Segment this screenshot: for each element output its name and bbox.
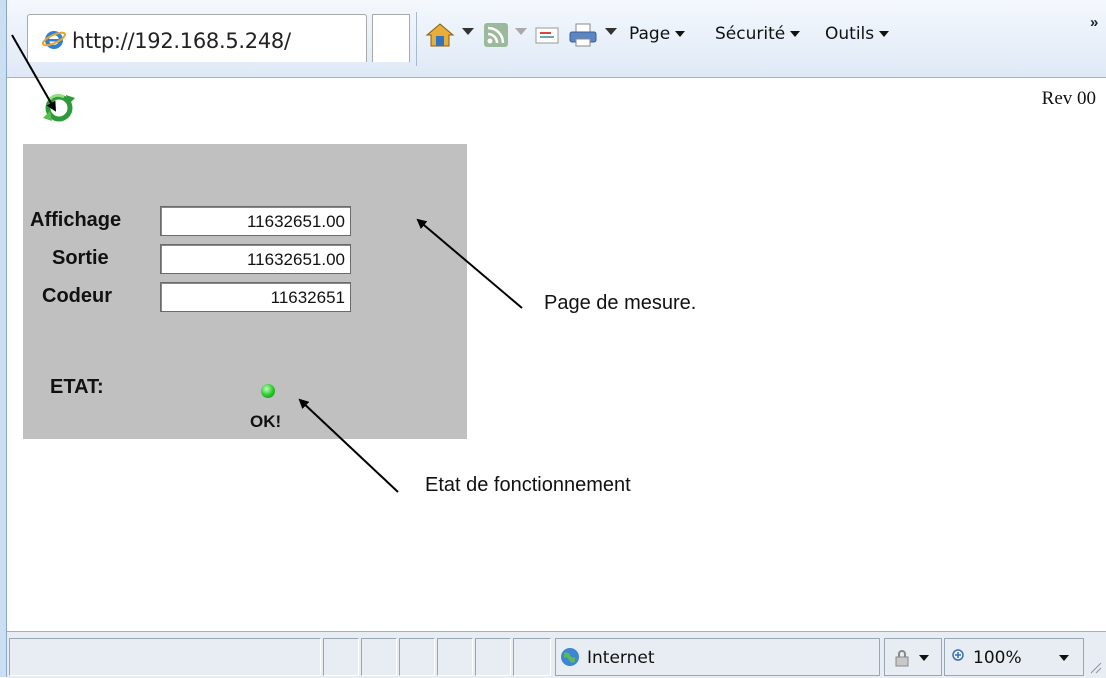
status-bar: Internet 100% bbox=[7, 631, 1106, 678]
toolbar-overflow-button[interactable]: » bbox=[1090, 14, 1098, 31]
status-led-icon bbox=[261, 384, 275, 398]
etat-label: ETAT: bbox=[50, 376, 104, 398]
revision-label: Rev 00 bbox=[1041, 88, 1096, 109]
tools-menu[interactable]: Outils bbox=[825, 24, 890, 44]
annotation-measure-page: Page de mesure. bbox=[544, 292, 697, 314]
chevron-down-icon bbox=[879, 31, 890, 37]
affichage-label: Affichage bbox=[30, 209, 122, 231]
codeur-label: Codeur bbox=[42, 285, 112, 307]
security-zone[interactable]: Internet bbox=[555, 638, 880, 676]
globe-icon bbox=[561, 648, 579, 666]
status-cell bbox=[399, 638, 435, 676]
page-menu-label: Page bbox=[629, 24, 671, 44]
status-cell bbox=[475, 638, 511, 676]
security-menu-label: Sécurité bbox=[715, 24, 786, 44]
home-dropdown-caret[interactable] bbox=[462, 28, 474, 35]
annotation-operating-state: Etat de fonctionnement bbox=[425, 474, 631, 496]
status-message-cell bbox=[9, 638, 321, 676]
chevron-down-icon bbox=[675, 31, 686, 37]
status-cell bbox=[323, 638, 359, 676]
browser-toolbar: http://192.168.5.248/ Page Sécurité Outi… bbox=[7, 0, 1106, 78]
status-cell bbox=[361, 638, 397, 676]
security-menu[interactable]: Sécurité bbox=[715, 24, 801, 44]
tab-url-label: http://192.168.5.248/ bbox=[72, 29, 291, 53]
home-icon[interactable] bbox=[425, 22, 455, 48]
status-text: OK! bbox=[250, 412, 282, 431]
refresh-logo-icon[interactable] bbox=[35, 84, 91, 140]
chevron-down-icon[interactable] bbox=[1059, 655, 1069, 661]
status-cell bbox=[513, 638, 551, 676]
rss-feed-icon[interactable] bbox=[483, 22, 509, 48]
new-tab-button[interactable] bbox=[372, 14, 410, 62]
zone-label: Internet bbox=[587, 648, 655, 668]
print-dropdown-caret[interactable] bbox=[605, 28, 617, 35]
zoom-icon bbox=[952, 649, 964, 661]
toolbar-separator bbox=[416, 12, 417, 66]
chevron-down-icon bbox=[790, 31, 801, 37]
protected-mode-button[interactable] bbox=[884, 638, 942, 676]
window-left-frame bbox=[0, 0, 7, 677]
measurement-panel: Affichage 11632651.00 Sortie 11632651.00… bbox=[23, 144, 467, 439]
zoom-level: 100% bbox=[973, 648, 1022, 668]
page-content: Rev 00 Affichage 11632651.00 Sortie 1163… bbox=[7, 78, 1106, 631]
page-menu[interactable]: Page bbox=[629, 24, 686, 44]
feed-dropdown-caret[interactable] bbox=[515, 28, 527, 35]
lock-icon bbox=[895, 650, 909, 667]
internet-explorer-icon bbox=[42, 31, 66, 49]
printer-icon[interactable] bbox=[567, 22, 599, 48]
sortie-field[interactable]: 11632651.00 bbox=[160, 244, 351, 274]
zoom-control[interactable]: 100% bbox=[944, 638, 1084, 676]
tools-menu-label: Outils bbox=[825, 24, 875, 44]
chevron-down-icon bbox=[919, 655, 929, 661]
sortie-label: Sortie bbox=[52, 247, 109, 269]
codeur-field[interactable]: 11632651 bbox=[160, 282, 351, 312]
mail-icon[interactable] bbox=[534, 22, 560, 48]
resize-grip-icon[interactable] bbox=[1088, 660, 1102, 674]
status-cell bbox=[437, 638, 473, 676]
affichage-field[interactable]: 11632651.00 bbox=[160, 206, 351, 236]
browser-tab[interactable]: http://192.168.5.248/ bbox=[27, 14, 367, 62]
